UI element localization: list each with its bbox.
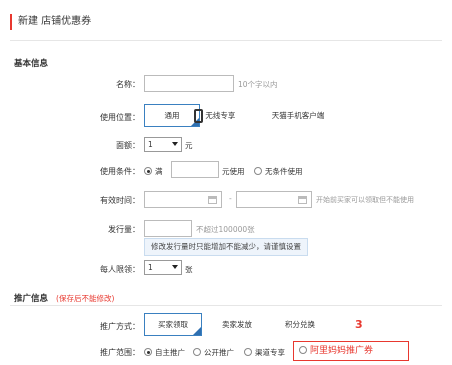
title-divider <box>10 40 442 41</box>
radio-checked-icon <box>144 348 152 356</box>
face-unit: 元 <box>185 141 193 150</box>
chevron-down-icon <box>172 265 178 269</box>
scope-channel-radio[interactable]: 渠道专享 <box>244 347 285 358</box>
condition-none-radio[interactable]: 无条件使用 <box>254 166 303 177</box>
location-option-tmall-app[interactable]: 天猫手机客户端 <box>262 104 334 127</box>
scope-public-label: 公开推广 <box>204 348 234 357</box>
location-option-wireless[interactable]: 无线专享 <box>194 106 254 126</box>
scope-channel-label: 渠道专享 <box>255 348 285 357</box>
start-date-input[interactable] <box>144 191 222 208</box>
face-label: 面额： <box>116 141 140 150</box>
condition-amount-input[interactable] <box>171 161 219 178</box>
scope-alimama-radio[interactable]: 阿里妈妈推广券 <box>293 341 409 361</box>
condition-use-text: 元使用 <box>222 167 245 176</box>
location-wireless-label: 无线专享 <box>205 111 236 120</box>
limit-unit: 张 <box>185 265 193 274</box>
radio-unchecked-icon <box>244 348 252 356</box>
limit-value: 1 <box>148 263 153 272</box>
location-label: 使用位置： <box>100 113 140 122</box>
condition-full-radio[interactable]: 满 <box>144 166 163 177</box>
scope-label: 推广范围： <box>100 348 140 357</box>
name-label: 名称： <box>116 80 140 89</box>
scope-self-radio[interactable]: 自主推广 <box>144 347 185 358</box>
method-label: 推广方式： <box>100 322 140 331</box>
basic-info-heading: 基本信息 <box>14 59 49 69</box>
radio-unchecked-icon <box>193 348 201 356</box>
calendar-icon <box>208 196 217 204</box>
promo-heading: 推广信息 (保存后不能修改) <box>14 292 114 304</box>
limit-select[interactable]: 1 <box>144 260 182 275</box>
promo-divider <box>10 305 442 306</box>
amount-hint: 不超过100000张 <box>196 225 255 234</box>
method-option-points-exchange[interactable]: 积分兑换 <box>270 313 330 336</box>
scope-self-label: 自主推广 <box>155 348 185 357</box>
page-title: 新建 店铺优惠券 <box>10 14 91 30</box>
phone-icon <box>194 109 203 123</box>
scope-public-radio[interactable]: 公开推广 <box>193 347 234 358</box>
period-hint: 开始前买家可以领取但不能使用 <box>316 196 414 204</box>
radio-checked-icon <box>144 167 152 175</box>
period-separator: - <box>229 194 232 203</box>
condition-full-label: 满 <box>155 167 163 176</box>
limit-label: 每人限领： <box>100 265 140 274</box>
name-input[interactable] <box>144 75 234 92</box>
end-date-input[interactable] <box>236 191 312 208</box>
annotation-number: 3 <box>355 318 363 331</box>
promo-note: (保存后不能修改) <box>56 294 115 303</box>
name-hint: 10个字以内 <box>238 80 278 89</box>
face-value: 1 <box>148 140 153 149</box>
radio-unchecked-icon <box>299 346 307 354</box>
method-option-buyer-claim[interactable]: 买家领取 <box>144 313 202 336</box>
location-option-general[interactable]: 通用 <box>144 104 200 127</box>
amount-tip: 修改发行量时只能增加不能减少，请谨慎设置 <box>144 238 308 256</box>
method-option-seller-issue[interactable]: 卖家发放 <box>208 313 266 336</box>
face-select[interactable]: 1 <box>144 137 182 152</box>
calendar-icon <box>298 196 307 204</box>
amount-input[interactable] <box>144 220 192 237</box>
chevron-down-icon <box>172 142 178 146</box>
scope-alimama-label: 阿里妈妈推广券 <box>310 346 374 356</box>
period-label: 有效时间： <box>100 196 140 205</box>
condition-label: 使用条件： <box>100 167 140 176</box>
condition-none-label: 无条件使用 <box>265 167 303 176</box>
amount-label: 发行量： <box>108 225 140 234</box>
radio-unchecked-icon <box>254 167 262 175</box>
promo-heading-text: 推广信息 <box>14 294 49 304</box>
